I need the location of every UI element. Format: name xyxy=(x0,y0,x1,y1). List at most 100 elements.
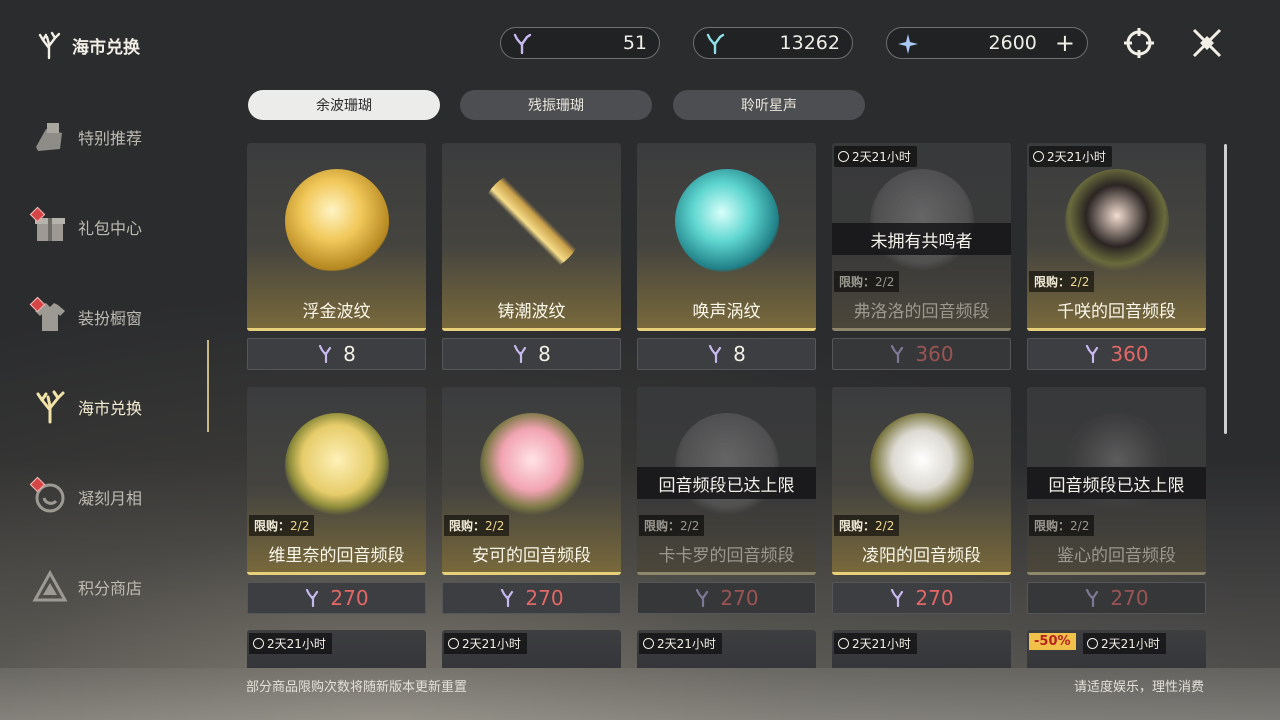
character-portrait xyxy=(674,413,779,517)
footer-disclaimer: 请适度娱乐，理性消费 xyxy=(1073,680,1204,695)
character-portrait xyxy=(1064,413,1169,517)
sidebar-item-points[interactable]: 积分商店 xyxy=(30,542,210,632)
coral-currency-icon xyxy=(1086,345,1099,363)
tab-residual-coral[interactable]: 残振珊瑚 xyxy=(460,90,652,120)
shop-item-card[interactable]: 2天21小时 xyxy=(247,630,426,668)
currency-tide[interactable]: 13262 xyxy=(693,27,853,59)
shop-item-card[interactable]: 限购：2/2 安可的回音频段 xyxy=(442,387,621,575)
price-button[interactable]: 270 xyxy=(247,582,426,614)
shop-item-card[interactable]: 限购：2/2 维里奈的回音频段 xyxy=(247,387,426,575)
tab-starsound[interactable]: 聆听星声 xyxy=(673,90,865,120)
coral-currency-icon xyxy=(891,589,904,607)
coral-currency-icon xyxy=(501,589,514,607)
item-name: 凌阳的回音频段 xyxy=(862,546,981,566)
shop-item-card[interactable]: 2天21小时 xyxy=(832,630,1011,668)
status-overlay: 未拥有共鸣者 xyxy=(832,223,1011,255)
price-button[interactable]: 360 xyxy=(832,338,1011,370)
clock-icon xyxy=(1087,638,1098,649)
coral-icon xyxy=(38,31,61,60)
item-name: 安可的回音频段 xyxy=(472,546,591,566)
price-value: 270 xyxy=(330,586,369,610)
shop-item-card[interactable]: 2天21小时 未拥有共鸣者 限购：2/2 弗洛洛的回音频段 xyxy=(832,143,1011,331)
coral-icon xyxy=(36,390,65,424)
shop-item-card[interactable]: 限购：2/2 凌阳的回音频段 xyxy=(832,387,1011,575)
character-portrait xyxy=(869,169,974,273)
item-name: 卡卡罗的回音频段 xyxy=(658,546,795,566)
sidebar-item-exchange[interactable]: 海市兑换 xyxy=(30,362,210,452)
coral-currency-icon xyxy=(1086,589,1099,607)
coral-currency-icon xyxy=(891,345,904,363)
sidebar-item-packs[interactable]: 礼包中心 xyxy=(29,182,210,272)
shop-item-card[interactable]: 2天21小时 xyxy=(637,630,816,668)
timer-badge: 2天21小时 xyxy=(834,633,917,654)
coral-currency-icon xyxy=(513,33,532,55)
sidebar-item-label: 特别推荐 xyxy=(78,129,143,148)
character-portrait xyxy=(284,413,389,517)
item-name: 维里奈的回音频段 xyxy=(268,546,405,566)
coral-currency-icon xyxy=(514,345,527,363)
price-button[interactable]: 270 xyxy=(637,582,816,614)
timer-badge: 2天21小时 xyxy=(639,633,722,654)
purchase-limit: 限购：2/2 xyxy=(639,515,705,536)
price-button[interactable]: 270 xyxy=(442,582,621,614)
shop-item-card[interactable]: -50% 2天21小时 xyxy=(1027,630,1206,668)
discount-badge: -50% xyxy=(1029,633,1076,650)
scrollbar[interactable] xyxy=(1224,144,1227,434)
add-currency-button[interactable]: + xyxy=(1055,31,1075,55)
item-name: 弗洛洛的回音频段 xyxy=(853,302,990,322)
sidebar-item-label: 积分商店 xyxy=(78,579,143,598)
purchase-limit: 限购：2/2 xyxy=(834,271,900,292)
price-button[interactable]: 8 xyxy=(637,338,816,370)
price-button[interactable]: 270 xyxy=(832,582,1011,614)
currency-star[interactable]: 2600 + xyxy=(886,27,1088,59)
shop-item-card[interactable]: 回音频段已达上限 限购：2/2 卡卡罗的回音频段 xyxy=(637,387,816,575)
sidebar-item-label: 装扮橱窗 xyxy=(78,309,143,328)
sidebar-item-outfits[interactable]: 装扮橱窗 xyxy=(29,272,210,362)
triangle-icon xyxy=(32,569,68,602)
shop-item-card[interactable]: 2天21小时 xyxy=(442,630,621,668)
purchase-limit: 限购：2/2 xyxy=(249,515,315,536)
price-value: 360 xyxy=(915,342,954,366)
shop-item-card[interactable]: 2天21小时 限购：2/2 千咲的回音频段 xyxy=(1027,143,1206,331)
status-overlay: 回音频段已达上限 xyxy=(637,467,816,499)
item-name: 鉴心的回音频段 xyxy=(1057,546,1176,566)
purchase-limit: 限购：2/2 xyxy=(1029,271,1095,292)
item-name: 浮金波纹 xyxy=(302,302,371,322)
purchase-limit: 限购：2/2 xyxy=(444,515,510,536)
target-icon[interactable] xyxy=(1122,26,1156,60)
tab-aftershock-coral[interactable]: 余波珊瑚 xyxy=(248,90,440,120)
item-name: 唤声涡纹 xyxy=(692,302,761,322)
price-button[interactable]: 8 xyxy=(247,338,426,370)
price-button[interactable]: 360 xyxy=(1027,338,1206,370)
currency-coral[interactable]: 51 xyxy=(500,27,660,59)
clock-icon xyxy=(253,638,264,649)
clock-icon xyxy=(1033,151,1044,162)
timer-badge: 2天21小时 xyxy=(1029,146,1112,167)
coral-currency-icon xyxy=(319,345,332,363)
character-portrait xyxy=(869,413,974,517)
purchase-limit: 限购：2/2 xyxy=(1029,515,1095,536)
character-portrait xyxy=(1064,169,1169,273)
close-icon[interactable] xyxy=(1190,26,1224,60)
sidebar-item-label: 海市兑换 xyxy=(78,399,143,418)
shop-item-card[interactable]: 回音频段已达上限 限购：2/2 鉴心的回音频段 xyxy=(1027,387,1206,575)
price-button[interactable]: 270 xyxy=(1027,582,1206,614)
gift-box-icon xyxy=(36,123,62,151)
sidebar-item-featured[interactable]: 特别推荐 xyxy=(30,92,210,182)
price-value: 360 xyxy=(1110,342,1149,366)
shop-item-card[interactable]: 浮金波纹 xyxy=(247,143,426,331)
shop-item-card[interactable]: 铸潮波纹 xyxy=(442,143,621,331)
price-value: 8 xyxy=(538,342,551,366)
sidebar-item-moon[interactable]: 凝刻月相 xyxy=(29,452,210,542)
active-indicator xyxy=(207,340,209,432)
currency-value: 13262 xyxy=(779,32,840,54)
item-name: 铸潮波纹 xyxy=(497,302,566,322)
price-button[interactable]: 8 xyxy=(442,338,621,370)
coral-currency-icon xyxy=(306,589,319,607)
price-value: 270 xyxy=(1110,586,1149,610)
teal-orb-icon xyxy=(674,169,779,273)
shop-item-card[interactable]: 唤声涡纹 xyxy=(637,143,816,331)
gold-orb-icon xyxy=(284,169,389,273)
currency-value: 2600 xyxy=(988,32,1037,54)
currency-value: 51 xyxy=(622,32,647,54)
